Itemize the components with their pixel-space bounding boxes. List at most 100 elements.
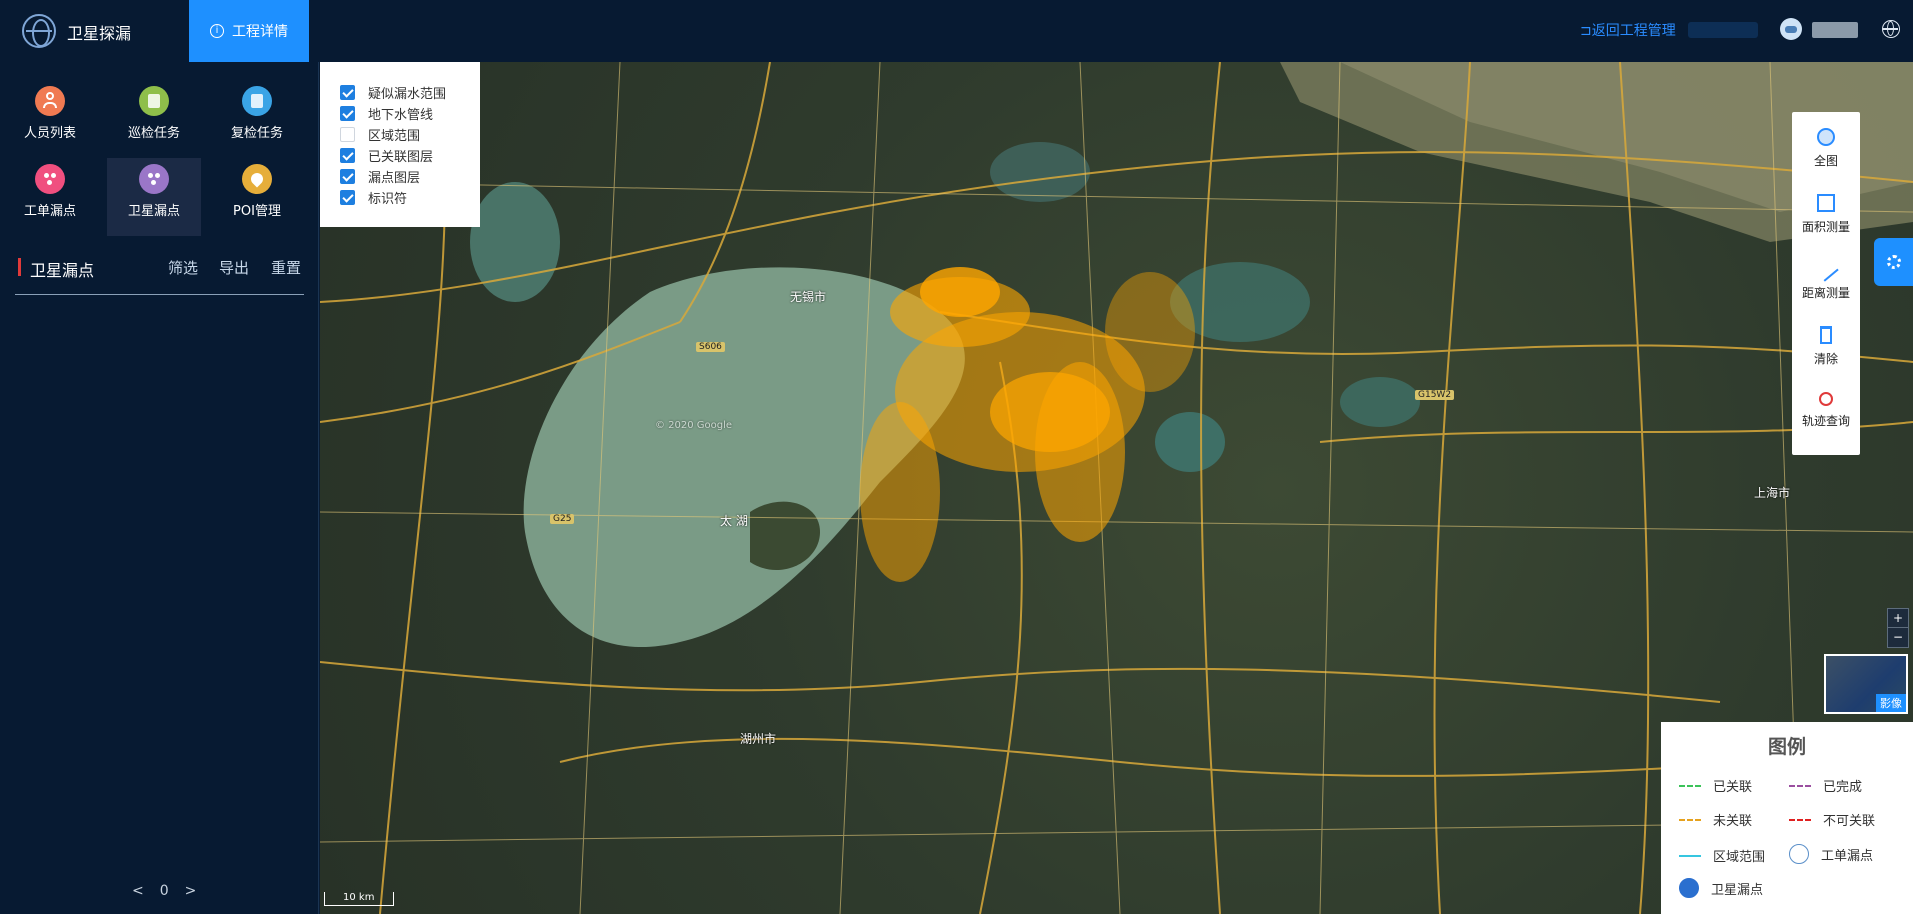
legend-item: 工单漏点 [1789,844,1873,864]
filter-button[interactable]: 筛选 [168,257,198,278]
menu-item-label: 巡检任务 [127,126,180,141]
tool-label: 距离测量 [1801,286,1850,300]
tab-project-detail-label: 工程详情 [232,24,288,40]
tool-full-extent[interactable]: 全图 [1792,112,1860,178]
legend-item: 区域范围 [1679,846,1765,865]
zoom-control: + − [1887,608,1909,648]
next-page-button[interactable]: > [185,883,197,899]
reset-button[interactable]: 重置 [271,257,301,278]
map-legend: 图例 已关联 已完成 未关联 不可关联 区域范围 工单漏点 卫星漏点 [1661,722,1913,914]
legend-item: 不可关联 [1789,810,1875,829]
location-pin-icon [242,164,272,194]
checkbox-checked[interactable] [340,148,355,163]
user-avatar[interactable] [1780,18,1802,40]
menu-item-workorder-leaks[interactable]: 工单漏点 [3,158,97,236]
tool-clear[interactable]: 清除 [1792,310,1860,376]
people-icon [35,86,65,116]
layer-row[interactable]: 已关联图层 [320,145,480,166]
redacted-username[interactable] [1812,22,1858,38]
area-measure-icon [1817,194,1835,212]
tool-label: 全图 [1813,154,1838,168]
menu-item-inspection-task[interactable]: 巡检任务 [107,80,201,158]
menu-item-label: 工单漏点 [23,204,76,219]
prev-page-button[interactable]: < [132,883,144,899]
menu-item-label: 卫星漏点 [127,204,180,219]
layer-row[interactable]: 区域范围 [320,124,480,145]
globe-icon [1817,128,1835,146]
dots-icon [35,164,65,194]
map-label-wuxi: 无锡市 [790,290,827,304]
redacted-project-name [1688,22,1758,38]
tab-project-detail[interactable]: i 工程详情 [189,0,309,62]
layer-row[interactable]: 地下水管线 [320,103,480,124]
tool-area-measure[interactable]: 面积测量 [1792,178,1860,244]
legend-item: 卫星漏点 [1679,878,1763,898]
track-pin-icon [1819,392,1833,406]
layer-label: 漏点图层 [368,171,421,186]
layer-row[interactable]: 疑似漏水范围 [320,82,480,103]
legend-item: 未关联 [1679,810,1752,829]
legend-title: 图例 [1767,736,1806,758]
layer-row[interactable]: 漏点图层 [320,166,480,187]
sidebar: 人员列表 巡检任务 复检任务 工单漏点 卫星漏点 POI管理 卫星漏点 筛选 导… [0,62,319,914]
gear-icon [1887,255,1901,269]
tool-distance-measure[interactable]: 距离测量 [1792,244,1860,310]
menu-item-recheck-task[interactable]: 复检任务 [210,80,304,158]
map-copyright: © 2020 Google [655,420,733,431]
leak-point-cluster [860,267,1195,582]
tool-track-query[interactable]: 轨迹查询 [1792,376,1860,442]
layer-label: 疑似漏水范围 [368,87,447,102]
tool-label: 轨迹查询 [1801,414,1850,428]
basemap-switcher[interactable]: 影像 [1824,654,1908,714]
app-title: 卫星探漏 [67,24,132,43]
map-label-taihu: 太 湖 [720,514,748,528]
tool-label: 清除 [1813,352,1838,366]
layer-toggle-panel: 疑似漏水范围 地下水管线 区域范围 已关联图层 漏点图层 标识符 [320,62,480,227]
current-page: 0 [159,883,169,899]
settings-tab[interactable] [1874,238,1913,286]
legend-item: 已关联 [1679,776,1752,795]
info-icon: i [210,24,224,38]
map-label-shanghai: 上海市 [1754,486,1791,500]
menu-item-label: 人员列表 [23,126,76,141]
checkbox-checked[interactable] [340,169,355,184]
checkbox-checked[interactable] [340,106,355,121]
globe-logo-icon [22,14,56,48]
layer-label: 标识符 [368,192,408,207]
clipboard-check-icon [242,86,272,116]
layer-row[interactable]: 标识符 [320,187,480,208]
menu-item-label: 复检任务 [230,126,283,141]
zoom-out-button[interactable]: − [1888,628,1908,647]
section-accent-bar [18,258,21,276]
tool-label: 面积测量 [1801,220,1850,234]
ruler-icon [1813,256,1839,282]
satellite-dots-icon [139,164,169,194]
map-scale-bar: 10 km [324,892,394,906]
satellite-map[interactable]: 无锡市 太 湖 上海市 湖州市 © 2020 Google S606 G15W2… [320,62,1913,914]
menu-item-label: POI管理 [233,204,281,219]
menu-item-satellite-leaks[interactable]: 卫星漏点 [107,158,201,236]
clipboard-icon [139,86,169,116]
section-divider [15,294,304,295]
menu-item-poi-management[interactable]: POI管理 [210,158,304,236]
workorder-leak-icon [1789,844,1809,864]
legend-item: 已完成 [1789,776,1862,795]
export-button[interactable]: 导出 [219,257,249,278]
map-label-huzhou: 湖州市 [740,732,777,746]
zoom-in-button[interactable]: + [1888,609,1908,628]
trash-icon [1820,326,1832,344]
map-tool-panel: 全图 面积测量 距离测量 清除 轨迹查询 [1792,112,1860,455]
pagination: < 0 > [132,883,196,899]
checkbox-checked[interactable] [340,190,355,205]
layer-label: 区域范围 [368,129,421,144]
menu-item-staff-list[interactable]: 人员列表 [3,80,97,158]
language-globe-icon[interactable] [1882,20,1900,38]
top-header: 卫星探漏 i 工程详情 ⊐返回工程管理 [0,0,1913,62]
checkbox-checked[interactable] [340,85,355,100]
satellite-leak-icon [1679,878,1699,898]
back-to-project-management-link[interactable]: ⊐返回工程管理 [1580,20,1676,40]
layer-label: 地下水管线 [368,108,434,123]
basemap-label: 影像 [1876,694,1906,712]
layer-label: 已关联图层 [368,150,434,165]
checkbox-unchecked[interactable] [340,127,355,142]
